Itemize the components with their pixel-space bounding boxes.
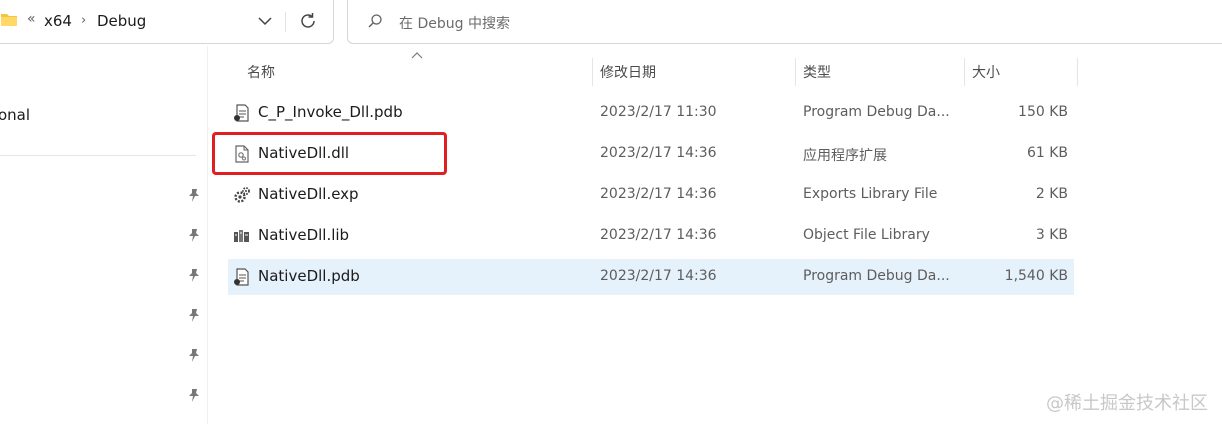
file-row[interactable]: NativeDll.exp 2023/2/17 14:36 Exports Li…	[228, 177, 1074, 213]
file-size: 3 KB	[1035, 227, 1068, 243]
refresh-icon[interactable]	[297, 10, 319, 32]
pin-icon[interactable]	[186, 307, 202, 323]
file-row[interactable]: C_P_Invoke_Dll.pdb 2023/2/17 11:30 Progr…	[228, 95, 1074, 131]
file-date: 2023/2/17 11:30	[600, 104, 717, 120]
file-date: 2023/2/17 14:36	[600, 227, 717, 243]
column-header-size[interactable]: 大小	[972, 62, 1000, 82]
nav-divider	[0, 155, 196, 156]
file-row[interactable]: NativeDll.lib 2023/2/17 14:36 Object Fil…	[228, 218, 1074, 254]
folder-icon	[1, 14, 17, 26]
search-box[interactable]: 在 Debug 中搜索	[347, 0, 1222, 44]
divider	[285, 12, 286, 32]
pin-icon[interactable]	[186, 187, 202, 203]
pdb-file-icon	[234, 104, 249, 122]
sort-ascending-icon	[411, 52, 423, 59]
file-type: Program Debug Da...	[803, 104, 950, 120]
breadcrumb-overflow-icon[interactable]: «	[27, 11, 36, 27]
column-divider[interactable]	[795, 58, 796, 86]
address-bar[interactable]: « x64 › Debug	[0, 0, 334, 44]
search-icon	[368, 14, 382, 28]
file-date: 2023/2/17 14:36	[600, 186, 717, 202]
breadcrumb-debug[interactable]: Debug	[97, 12, 146, 30]
chevron-down-icon[interactable]	[254, 10, 276, 32]
column-divider[interactable]	[964, 58, 965, 86]
exp-file-icon	[234, 187, 250, 203]
pdb-file-icon	[234, 268, 249, 286]
file-type: Program Debug Da...	[803, 268, 950, 284]
navigation-pane: onal	[0, 46, 208, 424]
column-divider[interactable]	[592, 58, 593, 86]
file-name: NativeDll.pdb	[258, 267, 360, 285]
column-header-name[interactable]: 名称	[247, 62, 275, 82]
search-input[interactable]: 在 Debug 中搜索	[399, 13, 510, 33]
highlight-annotation	[212, 132, 447, 175]
nav-item-partial[interactable]: onal	[0, 106, 30, 124]
file-type: Exports Library File	[803, 186, 938, 202]
file-name: NativeDll.exp	[258, 185, 359, 203]
pin-icon[interactable]	[186, 227, 202, 243]
file-date: 2023/2/17 14:36	[600, 145, 717, 161]
file-size: 2 KB	[1035, 186, 1068, 202]
column-divider[interactable]	[1077, 58, 1078, 86]
file-size: 61 KB	[1026, 145, 1068, 161]
file-name: C_P_Invoke_Dll.pdb	[258, 103, 403, 121]
pin-icon[interactable]	[186, 347, 202, 363]
breadcrumb-separator-icon[interactable]: ›	[81, 13, 86, 28]
file-row-selected[interactable]: NativeDll.pdb 2023/2/17 14:36 Program De…	[228, 259, 1074, 295]
file-date: 2023/2/17 14:36	[600, 268, 717, 284]
watermark: @稀土掘金技术社区	[1046, 393, 1208, 414]
breadcrumb-x64[interactable]: x64	[44, 12, 72, 30]
file-type: 应用程序扩展	[803, 148, 887, 164]
column-header-date[interactable]: 修改日期	[600, 62, 656, 82]
pin-icon[interactable]	[186, 387, 202, 403]
file-size: 150 KB	[1018, 104, 1068, 120]
pin-icon[interactable]	[186, 267, 202, 283]
lib-file-icon	[234, 230, 249, 242]
file-size: 1,540 KB	[1004, 268, 1068, 284]
file-name: NativeDll.lib	[258, 226, 350, 244]
top-bar: « x64 › Debug 在 Debug 中搜索	[0, 0, 1222, 46]
column-header-type[interactable]: 类型	[803, 62, 831, 82]
file-type: Object File Library	[803, 227, 930, 243]
